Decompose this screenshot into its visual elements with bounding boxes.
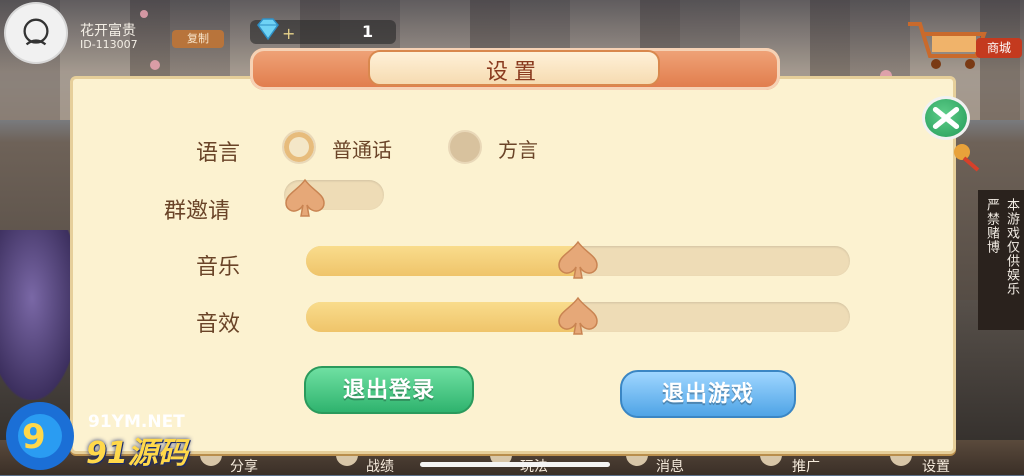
nav-messages[interactable]: 消息 [656, 456, 684, 476]
avatar-placeholder-icon [23, 18, 49, 46]
gaming-notice-banner: 本游戏仅供娱乐 严禁赌博 [978, 190, 1024, 330]
dialog-title: 设置 [485, 60, 542, 85]
notice-line-2: 严禁赌博 [984, 198, 999, 254]
nav-record[interactable]: 战绩 [366, 456, 394, 476]
player-id: ID-113007 [80, 38, 138, 51]
copy-id-button[interactable]: 复制 [172, 30, 224, 48]
background-character [0, 230, 80, 400]
watermark-text: 91源码 [86, 436, 188, 471]
close-dialog-button[interactable] [922, 96, 970, 140]
sound-effects-slider-fill [306, 302, 578, 332]
svg-text:9: 9 [22, 417, 46, 457]
spade-slider-knob-icon[interactable] [555, 238, 601, 284]
language-label: 语言 [196, 141, 241, 166]
nav-share[interactable]: 分享 [230, 456, 258, 476]
radio-dialect-label[interactable]: 方言 [498, 134, 538, 163]
blossom-decoration [140, 10, 148, 18]
radio-mandarin-label[interactable]: 普通话 [332, 134, 392, 163]
radio-dialect[interactable] [448, 130, 482, 164]
avatar[interactable] [4, 2, 68, 64]
logout-button[interactable]: 退出登录 [304, 366, 474, 414]
nav-settings[interactable]: 设置 [922, 456, 950, 476]
diamond-icon [257, 18, 279, 41]
quit-game-button[interactable]: 退出游戏 [620, 370, 796, 418]
close-icon [932, 106, 960, 130]
nav-promotion[interactable]: 推广 [792, 456, 820, 476]
add-diamond-button[interactable]: + [282, 26, 295, 42]
music-label: 音乐 [196, 255, 241, 280]
notice-line-1: 本游戏仅供娱乐 [1004, 198, 1019, 296]
spade-slider-knob-icon[interactable] [555, 294, 601, 340]
sound-effects-label: 音效 [196, 312, 241, 337]
spade-toggle-knob-icon[interactable] [282, 176, 328, 222]
blossom-decoration [150, 60, 160, 70]
radio-mandarin[interactable] [282, 130, 316, 164]
shop-button[interactable]: 商城 [976, 38, 1022, 58]
bell-ornament-icon [954, 144, 980, 172]
diamond-count: 1 [362, 22, 374, 41]
music-slider-fill [306, 246, 578, 276]
home-indicator [420, 462, 610, 467]
player-name: 花开富贵 [80, 23, 136, 39]
group-invite-label: 群邀请 [164, 199, 231, 224]
